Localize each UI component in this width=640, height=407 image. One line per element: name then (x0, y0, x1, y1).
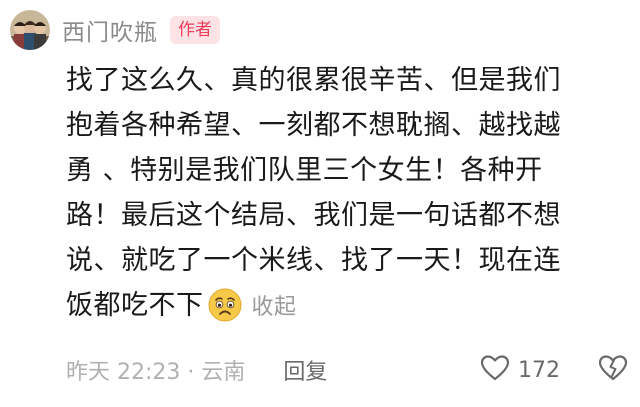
author-badge: 作者 (170, 16, 220, 44)
like-button[interactable]: 172 (480, 354, 560, 386)
comment-meta: 昨天 22:23 · 云南 (66, 360, 246, 385)
comment-line: 抱着各种希望、一刻都不想耽搁、越找越 (66, 110, 561, 141)
dislike-heart-icon[interactable] (598, 354, 628, 386)
comment-line: 说、就吃了一个米线、找了一天！现在连 (66, 245, 561, 276)
collapse-link[interactable]: 收起 (252, 295, 297, 320)
worried-face-icon (208, 288, 242, 336)
comment-footer: 昨天 22:23 · 云南 回复 172 (66, 350, 628, 390)
comment-card: 西门吹瓶 作者 找了这么久、真的很累很辛苦、但是我们 抱着各种希望、一刻都不想耽… (0, 0, 640, 407)
heart-icon (480, 354, 510, 386)
comment-body: 找了这么久、真的很累很辛苦、但是我们 抱着各种希望、一刻都不想耽搁、越找越 勇 … (66, 58, 626, 328)
avatar[interactable] (10, 10, 50, 50)
comment-line: 找了这么久、真的很累很辛苦、但是我们 (66, 65, 561, 96)
comment-last-line: 饭都吃不下 收起 (66, 283, 626, 328)
comment-line: 饭都吃不下 (66, 290, 204, 321)
like-count: 172 (518, 357, 560, 383)
comment-line: 路！最后这个结局、我们是一句话都不想 (66, 200, 561, 231)
username[interactable]: 西门吹瓶 (62, 13, 158, 47)
comment-header: 西门吹瓶 作者 (62, 12, 220, 48)
reply-button[interactable]: 回复 (283, 354, 327, 386)
avatar-image (10, 10, 50, 50)
comment-line: 勇 、特别是我们队里三个女生！各种开 (66, 155, 543, 186)
